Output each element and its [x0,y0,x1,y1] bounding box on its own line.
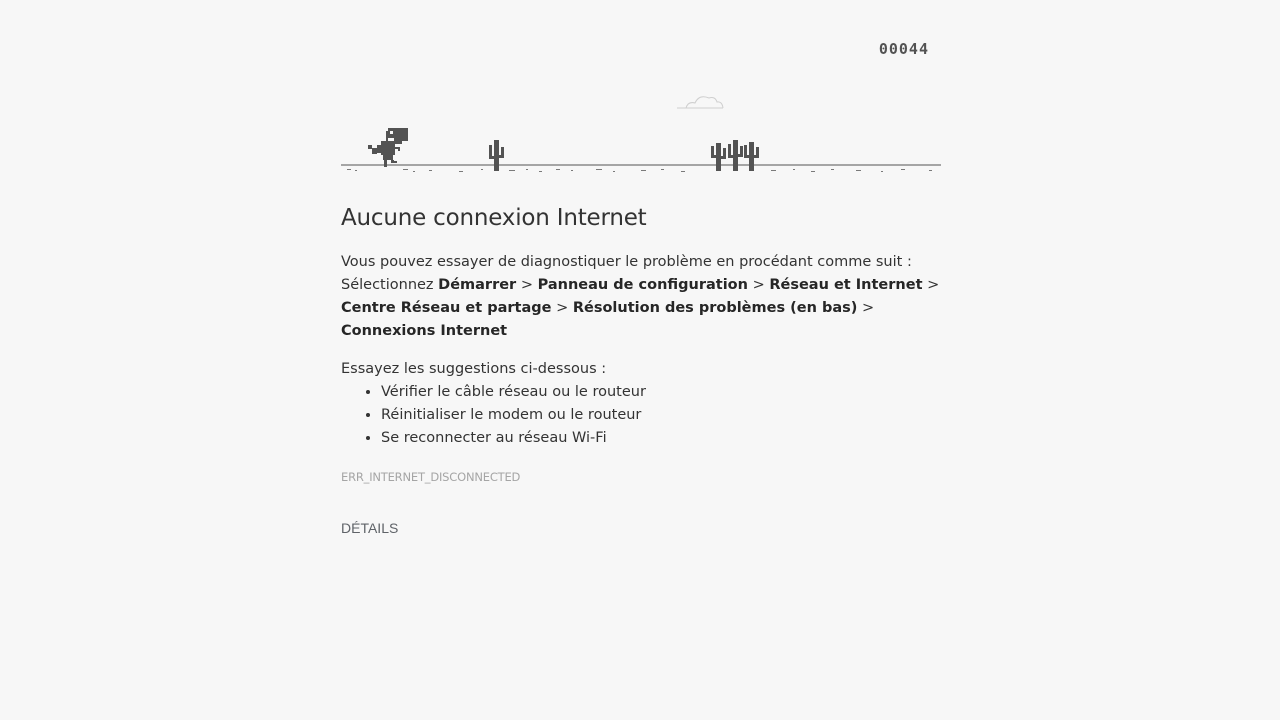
path-step-network-internet: Réseau et Internet [769,277,923,293]
list-item: Réinitialiser le modem ou le routeur [381,404,941,427]
offline-error-page: 00044 Aucune connexion Internet Vous pou… [0,0,1280,720]
error-message: Aucune connexion Internet Vous pouvez es… [341,205,941,484]
path-step-network-sharing-center: Centre Réseau et partage [341,300,552,316]
cactus-group-icon [711,140,759,171]
path-step-troubleshoot: Résolution des problèmes (en bas) [572,300,858,316]
t-rex-dinosaur-icon [368,128,408,167]
path-step-start: Démarrer [438,277,517,293]
ground-line [341,164,941,172]
list-item: Se reconnecter au réseau Wi-Fi [381,427,941,450]
path-step-internet-connections: Connexions Internet [341,323,508,339]
game-canvas[interactable] [341,30,941,180]
cloud-icon [677,96,724,109]
details-button[interactable]: DÉTAILS [341,520,398,536]
page-title: Aucune connexion Internet [341,205,647,231]
suggestions-list: Vérifier le câble réseau ou le routeur R… [341,381,941,450]
dino-game[interactable]: 00044 [341,30,941,180]
error-code: ERR_INTERNET_DISCONNECTED [341,470,521,484]
cactus-icon [489,140,504,171]
suggestions-title: Essayez les suggestions ci-dessous : [341,361,607,377]
select-prefix: Sélectionnez [341,277,434,293]
diagnostic-instructions: Vous pouvez essayer de diagnostiquer le … [341,254,940,339]
intro-text: Vous pouvez essayer de diagnostiquer le … [341,254,912,270]
list-item: Vérifier le câble réseau ou le routeur [381,381,941,404]
path-step-control-panel: Panneau de configuration [537,277,748,293]
